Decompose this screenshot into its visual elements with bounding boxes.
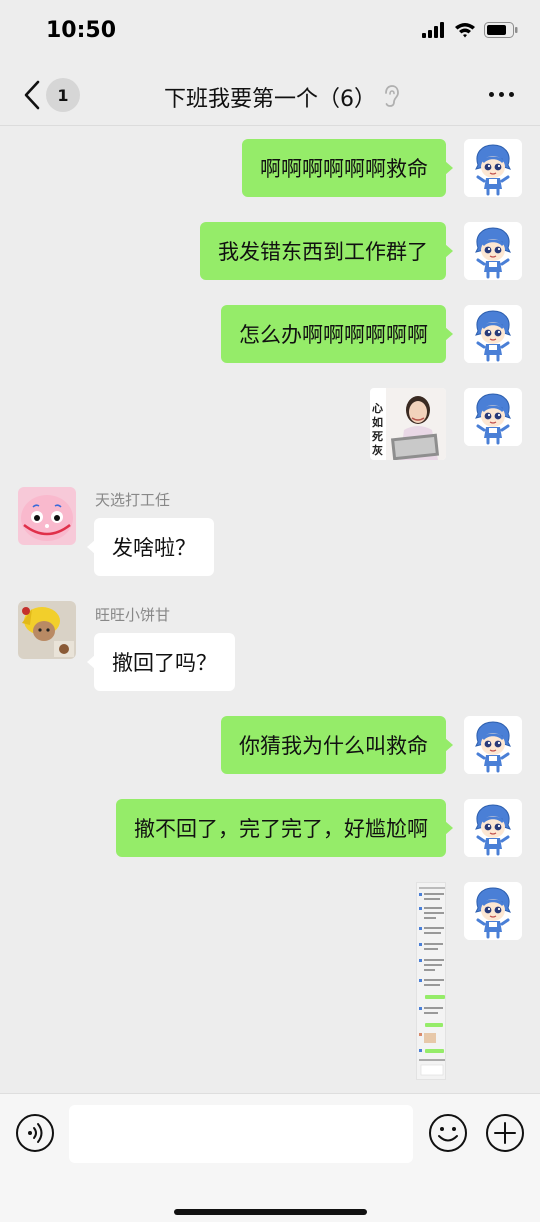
- emoji-icon[interactable]: [428, 1113, 468, 1153]
- status-time: 10:50: [46, 18, 117, 43]
- contact-avatar[interactable]: [18, 601, 76, 659]
- sticker-caption: 心如死灰: [372, 402, 383, 457]
- sender-name: 旺旺小饼甘: [95, 606, 171, 624]
- message-bubble-outgoing[interactable]: 怎么办啊啊啊啊啊啊: [221, 305, 453, 363]
- message-bubble-outgoing[interactable]: 我发错东西到工作群了: [200, 222, 453, 280]
- self-avatar[interactable]: [464, 139, 522, 197]
- chat-header: 1 下班我要第一个（6）: [0, 64, 540, 126]
- message-bubble-incoming[interactable]: 发啥啦？: [87, 518, 214, 576]
- more-dots-icon[interactable]: [489, 92, 514, 97]
- self-avatar[interactable]: [464, 882, 522, 940]
- voice-icon[interactable]: [15, 1113, 55, 1153]
- self-avatar[interactable]: [464, 799, 522, 857]
- image-message-thumbnail[interactable]: [416, 882, 446, 1080]
- self-avatar[interactable]: [464, 305, 522, 363]
- self-avatar[interactable]: [464, 716, 522, 774]
- chat-title: 下班我要第一个（6）: [164, 87, 376, 112]
- home-indicator: [174, 1209, 367, 1215]
- sender-name: 天选打工任: [95, 491, 171, 509]
- status-bar: 10:50: [0, 0, 540, 64]
- wifi-icon: [455, 23, 475, 38]
- message-input[interactable]: [69, 1105, 413, 1163]
- ear-mute-icon: [385, 85, 399, 107]
- status-icons: [422, 22, 518, 38]
- message-bubble-outgoing[interactable]: 撤不回了，完了完了，好尴尬啊: [116, 799, 453, 857]
- contact-avatar[interactable]: [18, 487, 76, 545]
- sticker-message[interactable]: 心如死灰: [370, 388, 446, 460]
- self-avatar[interactable]: [464, 388, 522, 446]
- self-avatar[interactable]: [464, 222, 522, 280]
- input-bar: [0, 1093, 540, 1222]
- signal-icon: [422, 22, 444, 38]
- message-bubble-incoming[interactable]: 撤回了吗？: [87, 633, 235, 691]
- plus-icon[interactable]: [485, 1113, 525, 1153]
- sticker-image: [386, 388, 446, 460]
- battery-icon: [484, 22, 518, 38]
- message-bubble-outgoing[interactable]: 啊啊啊啊啊啊救命: [242, 139, 453, 197]
- message-bubble-outgoing[interactable]: 你猜我为什么叫救命: [221, 716, 453, 774]
- screenshot-preview: [417, 883, 445, 1079]
